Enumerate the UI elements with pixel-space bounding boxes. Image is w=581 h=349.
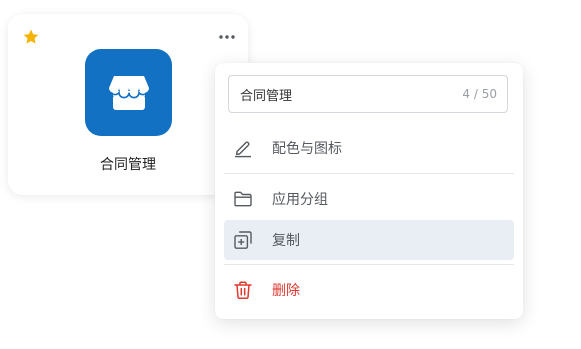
app-name-field[interactable]: 4 / 50	[228, 75, 508, 113]
canvas: 合同管理 4 / 50 配色与图标 应用分组	[0, 0, 581, 349]
edit-pen-icon	[235, 141, 251, 158]
app-name: 合同管理	[100, 157, 156, 173]
menu-item-label: 应用分组	[272, 192, 328, 208]
menu-item-label: 配色与图标	[272, 141, 342, 157]
menu-divider	[224, 173, 514, 174]
menu-item-delete[interactable]: 删除	[224, 270, 514, 310]
app-name-input[interactable]	[240, 76, 440, 112]
star-icon[interactable]	[22, 28, 40, 46]
app-context-menu: 4 / 50 配色与图标 应用分组	[215, 63, 523, 319]
menu-item-label: 删除	[272, 283, 300, 299]
menu-item-color-and-icon[interactable]: 配色与图标	[224, 128, 514, 168]
app-icon[interactable]	[85, 49, 172, 136]
menu-divider	[224, 264, 514, 265]
trash-icon	[234, 281, 252, 300]
folder-icon	[234, 191, 252, 207]
storefront-icon	[108, 75, 149, 110]
menu-item-copy[interactable]: 复制	[224, 220, 514, 260]
more-options-icon[interactable]	[218, 32, 236, 42]
app-card[interactable]: 合同管理	[8, 14, 248, 195]
copy-icon	[234, 231, 252, 249]
menu-item-label: 复制	[272, 233, 300, 249]
char-count: 4 / 50	[462, 87, 497, 101]
menu-item-app-group[interactable]: 应用分组	[224, 179, 514, 219]
